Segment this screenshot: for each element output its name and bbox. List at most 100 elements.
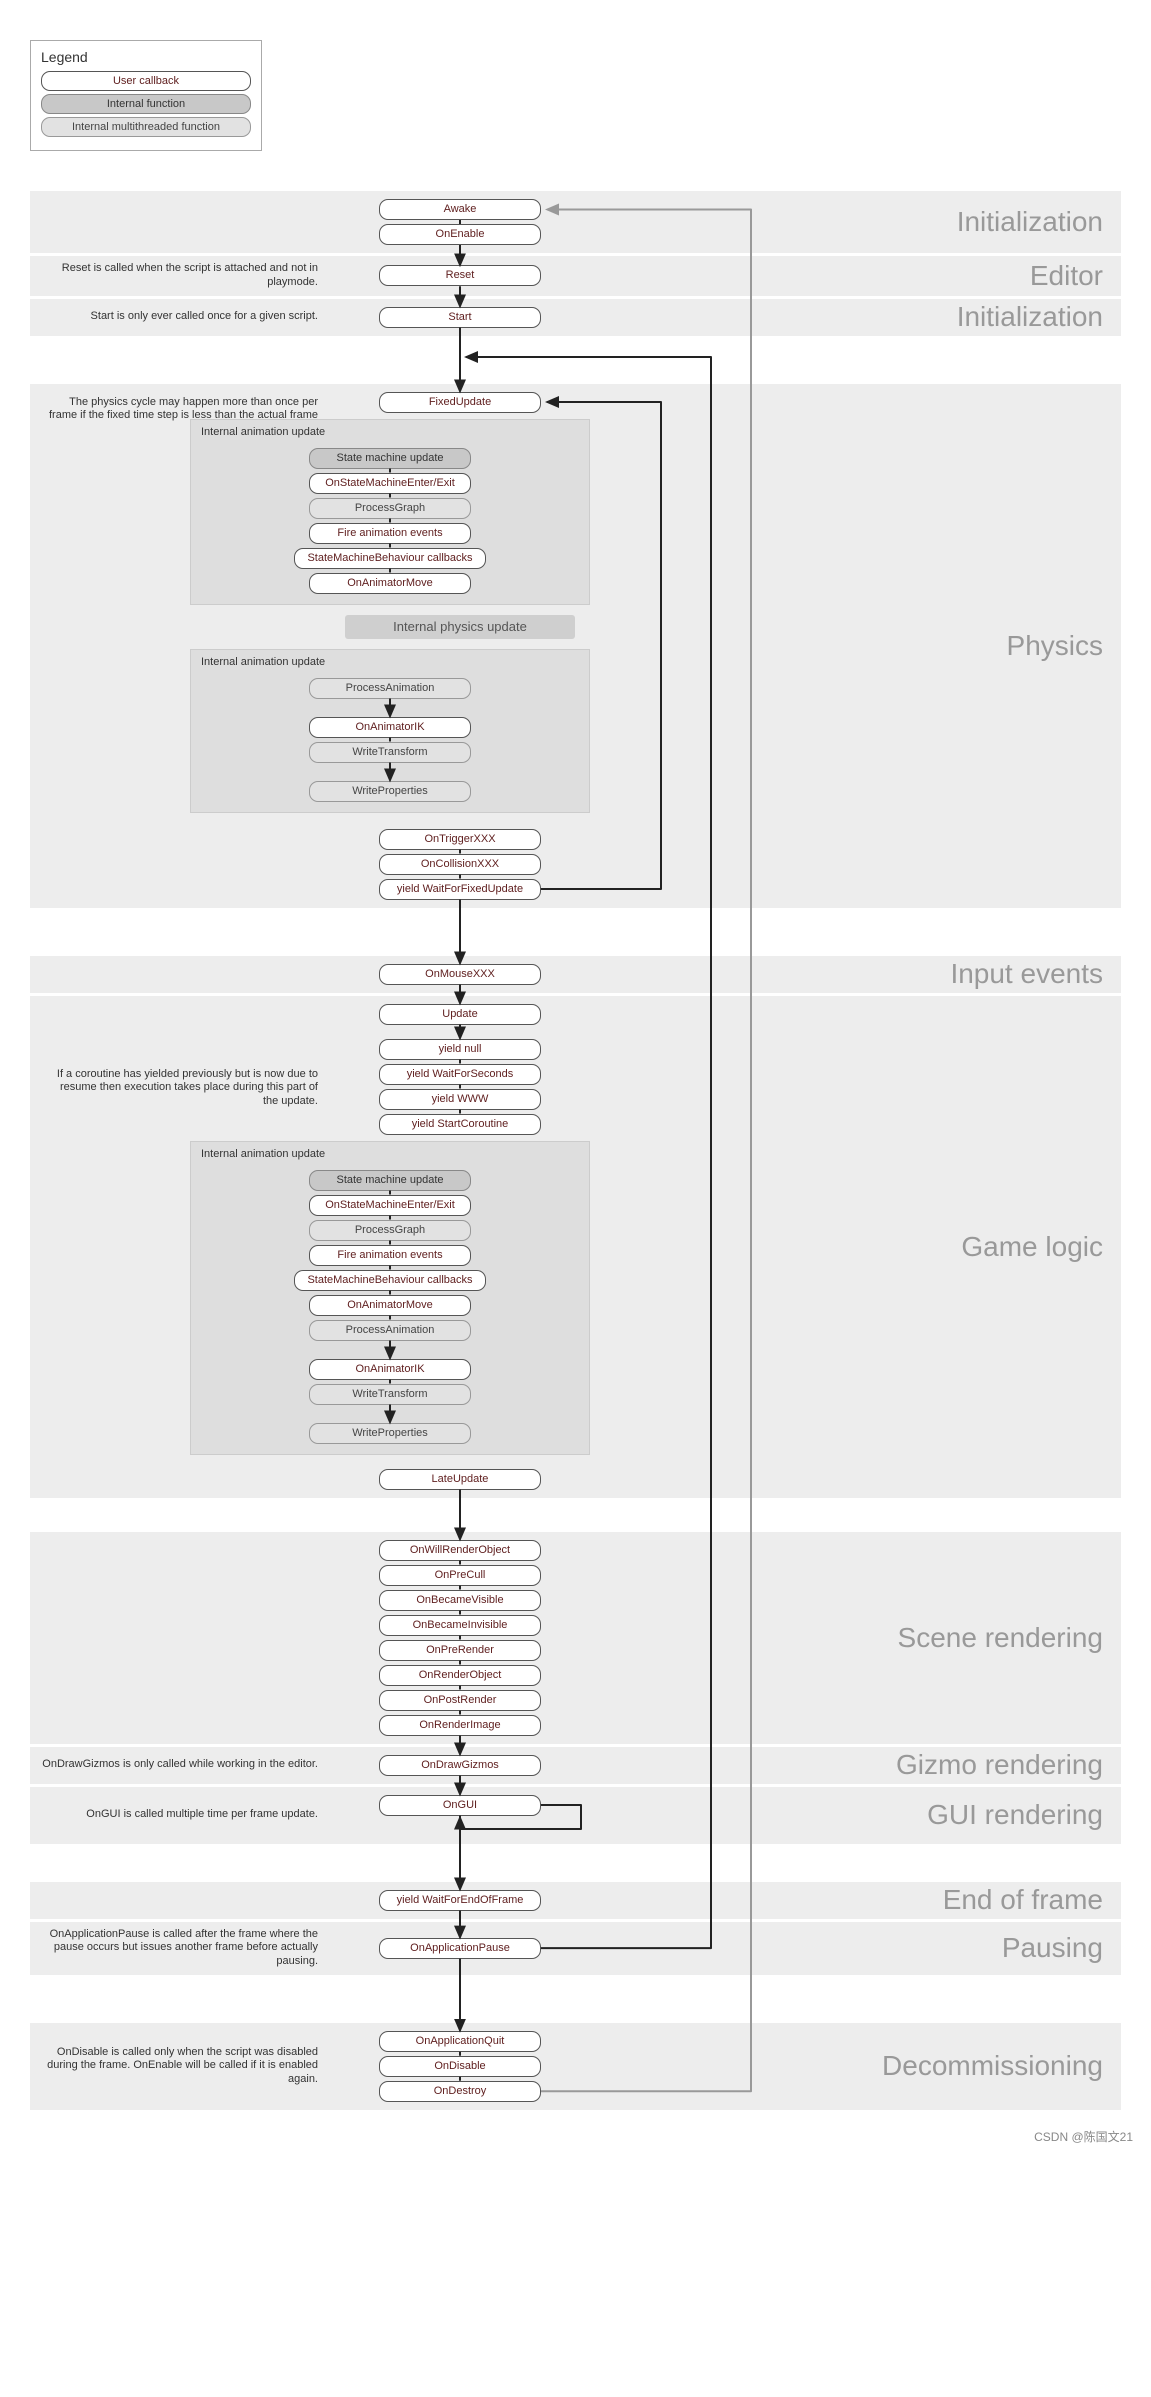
node: WriteProperties (309, 1423, 471, 1444)
node: yield null (379, 1039, 541, 1060)
section-label: Input events (950, 958, 1103, 990)
node-onapplicationquit: OnApplicationQuit (379, 2031, 541, 2052)
section-label: Initialization (957, 206, 1103, 238)
section-editor: Reset is called when the script is attac… (30, 256, 1121, 296)
node-onapplicationpause: OnApplicationPause (379, 1938, 541, 1959)
section-physics: The physics cycle may happen more than o… (30, 384, 1121, 908)
node: OnBecameVisible (379, 1590, 541, 1611)
node: OnAnimatorIK (309, 1359, 471, 1380)
section-label: Initialization (957, 301, 1103, 333)
section-label: GUI rendering (927, 1799, 1103, 1831)
gap (30, 911, 1121, 953)
node: OnWillRenderObject (379, 1540, 541, 1561)
node-onmouse: OnMouseXXX (379, 964, 541, 985)
node: Fire animation events (309, 1245, 471, 1266)
section-scene-rendering: OnWillRenderObject OnPreCull OnBecameVis… (30, 1532, 1121, 1744)
group-title: Internal animation update (201, 1148, 325, 1160)
note-gizmo: OnDrawGizmos is only called while workin… (42, 1758, 318, 1772)
group-title: Internal animation update (201, 426, 325, 438)
node: OnStateMachineEnter/Exit (309, 1195, 471, 1216)
section-label: Pausing (1002, 1932, 1103, 1964)
node-ondisable: OnDisable (379, 2056, 541, 2077)
section-end-of-frame: yield WaitForEndOfFrame End of frame (30, 1882, 1121, 1919)
gap (30, 1978, 1121, 2020)
section-label: Physics (1007, 630, 1103, 662)
note-editor: Reset is called when the script is attac… (42, 262, 318, 290)
group-anim-update-1: Internal animation update State machine … (190, 419, 590, 605)
node: ProcessGraph (309, 498, 471, 519)
node-waitforfixedupdate: yield WaitForFixedUpdate (379, 879, 541, 900)
node-awake: Awake (379, 199, 541, 220)
gap (30, 339, 1121, 381)
node: State machine update (309, 1170, 471, 1191)
gap (30, 1847, 1121, 1879)
node-start: Start (379, 307, 541, 328)
section-initialization-2: Start is only ever called once for a giv… (30, 299, 1121, 336)
node: OnAnimatorIK (309, 717, 471, 738)
node: StateMachineBehaviour callbacks (294, 1270, 486, 1291)
node: ProcessAnimation (309, 1320, 471, 1341)
node-lateupdate: LateUpdate (379, 1469, 541, 1490)
note-gui: OnGUI is called multiple time per frame … (86, 1808, 318, 1822)
node-oncollision: OnCollisionXXX (379, 854, 541, 875)
section-input-events: OnMouseXXX Input events (30, 956, 1121, 993)
node: OnBecameInvisible (379, 1615, 541, 1636)
watermark: CSDN @陈国文21 (1034, 2128, 1133, 2145)
node-ondrawgizmos: OnDrawGizmos (379, 1755, 541, 1776)
node-fixedupdate: FixedUpdate (379, 392, 541, 413)
note-pausing: OnApplicationPause is called after the f… (42, 1928, 318, 1969)
node: OnStateMachineEnter/Exit (309, 473, 471, 494)
section-label: Editor (1030, 260, 1103, 292)
node: StateMachineBehaviour callbacks (294, 548, 486, 569)
section-label: Game logic (961, 1231, 1103, 1263)
node-update: Update (379, 1004, 541, 1025)
node-onenable: OnEnable (379, 224, 541, 245)
note-yield: If a coroutine has yielded previously bu… (42, 1068, 318, 1109)
section-pausing: OnApplicationPause is called after the f… (30, 1922, 1121, 1975)
section-initialization-1: Awake OnEnable Initialization (30, 191, 1121, 253)
node-reset: Reset (379, 265, 541, 286)
group-title: Internal animation update (201, 656, 325, 668)
legend-user-callback: User callback (41, 71, 251, 91)
node-ongui: OnGUI (379, 1795, 541, 1816)
node-ondestroy: OnDestroy (379, 2081, 541, 2102)
node: Fire animation events (309, 523, 471, 544)
node: OnRenderImage (379, 1715, 541, 1736)
node: OnPreRender (379, 1640, 541, 1661)
node-ontrigger: OnTriggerXXX (379, 829, 541, 850)
note-start: Start is only ever called once for a giv… (91, 310, 318, 324)
node-waitforendofframe: yield WaitForEndOfFrame (379, 1890, 541, 1911)
node: WriteTransform (309, 1384, 471, 1405)
node: State machine update (309, 448, 471, 469)
group-anim-update-3: Internal animation update State machine … (190, 1141, 590, 1455)
gap (30, 1501, 1121, 1529)
section-game-logic: If a coroutine has yielded previously bu… (30, 996, 1121, 1498)
node: WriteProperties (309, 781, 471, 802)
node: OnPostRender (379, 1690, 541, 1711)
note-decom: OnDisable is called only when the script… (42, 2046, 318, 2087)
group-anim-update-2: Internal animation update ProcessAnimati… (190, 649, 590, 813)
section-decommissioning: OnDisable is called only when the script… (30, 2023, 1121, 2110)
node: OnAnimatorMove (309, 573, 471, 594)
legend-internal-function: Internal function (41, 94, 251, 114)
section-label: Scene rendering (898, 1622, 1103, 1654)
legend-box: Legend User callback Internal function I… (30, 40, 262, 151)
legend-multithread-function: Internal multithreaded function (41, 117, 251, 137)
node: WriteTransform (309, 742, 471, 763)
node: yield WWW (379, 1089, 541, 1110)
node: OnAnimatorMove (309, 1295, 471, 1316)
legend-title: Legend (41, 49, 251, 65)
node: OnRenderObject (379, 1665, 541, 1686)
section-label: End of frame (943, 1884, 1103, 1916)
section-label: Decommissioning (882, 2050, 1103, 2082)
node: OnPreCull (379, 1565, 541, 1586)
node: ProcessGraph (309, 1220, 471, 1241)
section-label: Gizmo rendering (896, 1749, 1103, 1781)
section-gui-rendering: OnGUI is called multiple time per frame … (30, 1787, 1121, 1844)
bar-internal-physics-update: Internal physics update (345, 615, 575, 639)
node: yield StartCoroutine (379, 1114, 541, 1135)
node: ProcessAnimation (309, 678, 471, 699)
flow-sections: Awake OnEnable Initialization Reset is c… (30, 191, 1121, 2110)
section-gizmo-rendering: OnDrawGizmos is only called while workin… (30, 1747, 1121, 1784)
node: yield WaitForSeconds (379, 1064, 541, 1085)
